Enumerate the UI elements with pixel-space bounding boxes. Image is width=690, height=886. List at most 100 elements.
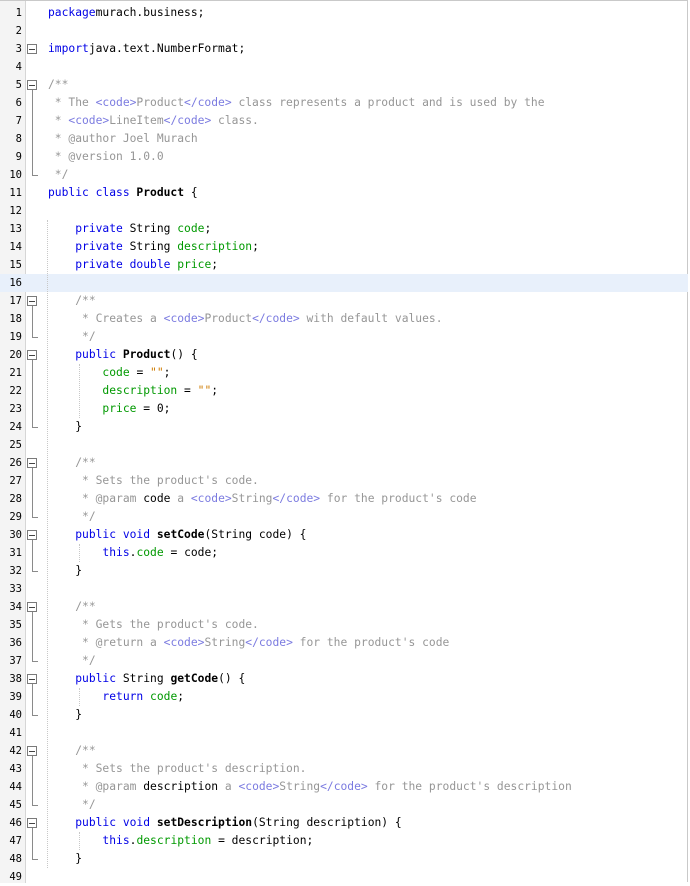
line-number: 27 (9, 475, 22, 487)
code-line[interactable]: 21 code = ""; (0, 364, 688, 382)
code-line[interactable]: 24 } (0, 418, 688, 436)
line-number: 21 (9, 367, 22, 379)
code-text: description = ""; (102, 384, 219, 397)
code-line[interactable]: 28 * @param code a <code>String</code> f… (0, 490, 688, 508)
code-line[interactable]: 8 * @author Joel Murach (0, 130, 688, 148)
line-number: 18 (9, 313, 22, 325)
code-line[interactable]: 29 */ (0, 508, 688, 526)
code-line[interactable]: 12 (0, 202, 688, 220)
code-line[interactable]: 40 } (0, 706, 688, 724)
line-number: 25 (9, 439, 22, 451)
code-line[interactable]: 38 public String getCode() { (0, 670, 688, 688)
code-line[interactable]: 41 (0, 724, 688, 742)
code-line[interactable]: 15 private double price; (0, 256, 688, 274)
code-text: public String getCode() { (75, 672, 246, 685)
code-line[interactable]: 42 /** (0, 742, 688, 760)
code-line[interactable]: 26 /** (0, 454, 688, 472)
fold-collapse-icon[interactable] (27, 818, 37, 828)
fold-collapse-icon[interactable] (27, 80, 37, 90)
code-text: importjava.text.NumberFormat; (48, 42, 246, 55)
line-number: 32 (9, 565, 22, 577)
code-text: * Sets the product's code. (75, 474, 259, 487)
code-line[interactable]: 45 */ (0, 796, 688, 814)
fold-collapse-icon[interactable] (27, 530, 37, 540)
code-editor[interactable]: 1 packagemurach.business; 2 3 importjava.tex… (0, 0, 688, 883)
code-text: private String description; (75, 240, 259, 253)
code-line[interactable]: 33 (0, 580, 688, 598)
code-line[interactable]: 43 * Sets the product's description. (0, 760, 688, 778)
line-number: 36 (9, 637, 22, 649)
fold-collapse-icon[interactable] (27, 746, 37, 756)
code-line[interactable]: 32 } (0, 562, 688, 580)
code-line[interactable]: 39 return code; (0, 688, 688, 706)
code-text: * @param code a <code>String</code> for … (75, 492, 477, 505)
fold-guide-line (31, 828, 33, 859)
code-line[interactable]: 3 importjava.text.NumberFormat; (0, 40, 688, 58)
code-text: public Product() { (75, 348, 198, 361)
code-line[interactable]: 11 public class Product { (0, 184, 688, 202)
line-number: 12 (9, 205, 22, 217)
code-line[interactable]: 6 * The <code>Product</code> class repre… (0, 94, 688, 112)
line-number: 3 (15, 43, 22, 55)
code-text: * @author Joel Murach (48, 132, 198, 145)
code-line[interactable]: 10 */ (0, 166, 688, 184)
code-line[interactable]: 13 private String code; (0, 220, 688, 238)
line-number: 29 (9, 511, 22, 523)
fold-collapse-icon[interactable] (27, 458, 37, 468)
fold-end-marker (31, 661, 38, 662)
line-number: 38 (9, 673, 22, 685)
fold-guide-line (31, 756, 33, 805)
fold-guide-line (31, 612, 33, 661)
code-text: * @return a <code>String</code> for the … (75, 636, 450, 649)
code-line[interactable]: 5 /** (0, 76, 688, 94)
code-text: code = ""; (102, 366, 171, 379)
code-line[interactable]: 36 * @return a <code>String</code> for t… (0, 634, 688, 652)
code-line[interactable]: 47 this.description = description; (0, 832, 688, 850)
code-line[interactable]: 19 */ (0, 328, 688, 346)
code-text: } (48, 564, 83, 577)
code-line[interactable]: 7 * <code>LineItem</code> class. (0, 112, 688, 130)
code-line[interactable]: 35 * Gets the product's code. (0, 616, 688, 634)
code-line[interactable]: 31 this.code = code; (0, 544, 688, 562)
fold-collapse-icon[interactable] (27, 44, 37, 54)
code-text: this.description = description; (102, 834, 314, 847)
line-number: 46 (9, 817, 22, 829)
code-line[interactable]: 2 (0, 22, 688, 40)
code-line[interactable]: 20 public Product() { (0, 346, 688, 364)
code-line[interactable]: 44 * @param description a <code>String</… (0, 778, 688, 796)
code-line[interactable]: 46 public void setDescription(String des… (0, 814, 688, 832)
code-line[interactable]: 1 packagemurach.business; (0, 4, 688, 22)
fold-guide-line (31, 360, 33, 427)
code-line[interactable]: 34 /** (0, 598, 688, 616)
fold-guide-line (31, 540, 33, 571)
code-line[interactable]: 22 description = ""; (0, 382, 688, 400)
code-text: */ (75, 798, 96, 811)
code-text: */ (75, 654, 96, 667)
code-text: } (48, 708, 83, 721)
line-number: 35 (9, 619, 22, 631)
code-line[interactable]: 9 * @version 1.0.0 (0, 148, 688, 166)
code-line[interactable]: 49 (0, 868, 688, 886)
code-line[interactable]: 30 public void setCode(String code) { (0, 526, 688, 544)
code-line[interactable]: 27 * Sets the product's code. (0, 472, 688, 490)
fold-collapse-icon[interactable] (27, 350, 37, 360)
fold-end-marker (31, 337, 38, 338)
code-line[interactable]: 37 */ (0, 652, 688, 670)
indent-guide (47, 220, 48, 868)
code-line[interactable]: 18 * Creates a <code>Product</code> with… (0, 310, 688, 328)
line-number: 5 (15, 79, 22, 91)
code-line[interactable]: 14 private String description; (0, 238, 688, 256)
code-text: /** (48, 78, 69, 91)
code-line[interactable]: 17 /** (0, 292, 688, 310)
code-line[interactable]: 25 (0, 436, 688, 454)
code-line[interactable]: 4 (0, 58, 688, 76)
code-line[interactable]: 23 price = 0; (0, 400, 688, 418)
code-line[interactable]: 48 } (0, 850, 688, 868)
indent-guide (79, 688, 80, 706)
code-text: * Gets the product's code. (75, 618, 259, 631)
fold-collapse-icon[interactable] (27, 296, 37, 306)
fold-collapse-icon[interactable] (27, 674, 37, 684)
indent-guide (79, 364, 80, 418)
fold-collapse-icon[interactable] (27, 602, 37, 612)
code-line[interactable]: 16 (0, 274, 688, 292)
